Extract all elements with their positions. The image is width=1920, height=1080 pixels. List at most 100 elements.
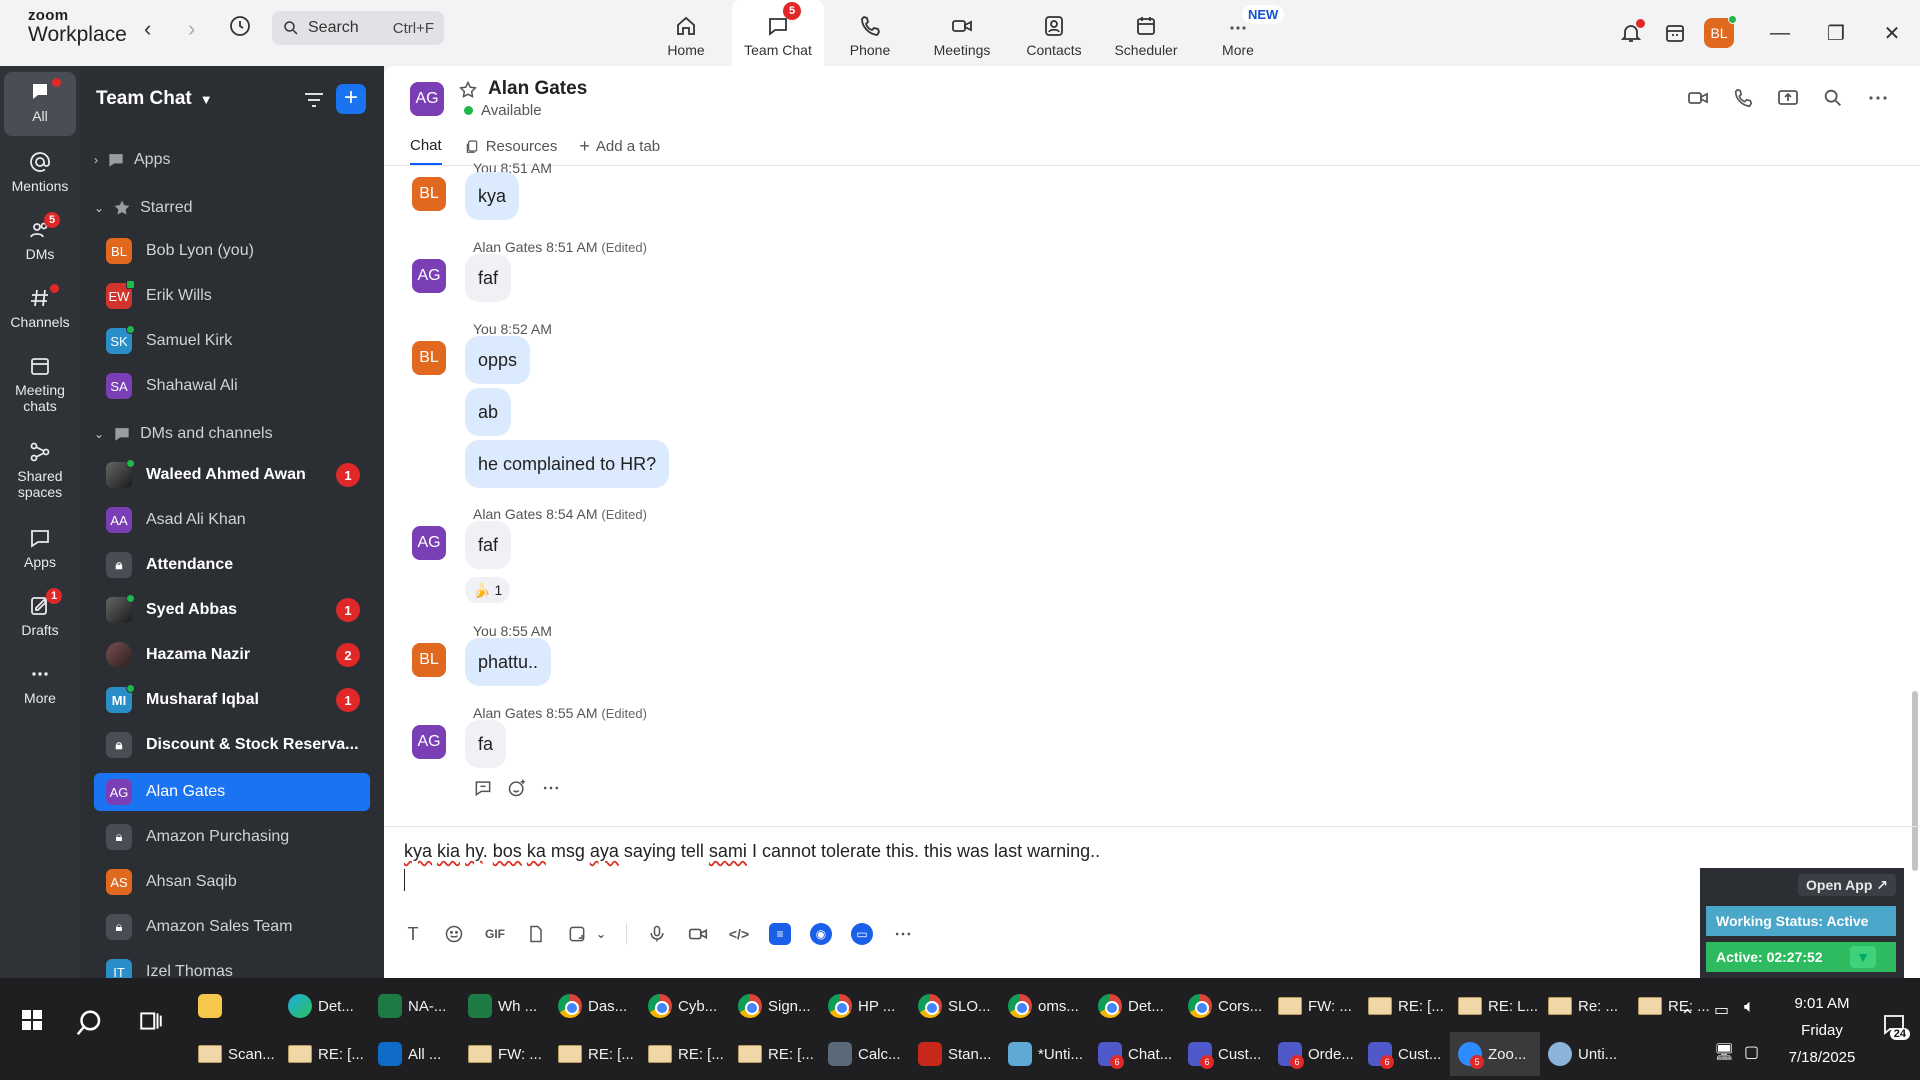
dm-alan-gates[interactable]: AG Alan Gates: [94, 773, 370, 811]
taskbar-app-folder[interactable]: [190, 984, 280, 1028]
taskbar-app-chrome[interactable]: Cors...: [1180, 984, 1270, 1028]
filter-icon[interactable]: ▼: [1850, 946, 1876, 968]
nav-contacts[interactable]: Contacts: [1008, 0, 1100, 66]
chevron-down-icon[interactable]: ⌄: [595, 923, 607, 945]
taskbar-app-mail[interactable]: Scan...: [190, 1032, 280, 1076]
section-apps[interactable]: › Apps: [94, 150, 170, 170]
taskbar-app-mail[interactable]: RE: [...: [640, 1032, 730, 1076]
channel-attendance[interactable]: 🔒︎ Attendance: [94, 546, 370, 584]
reply-icon[interactable]: [473, 778, 493, 798]
rail-drafts[interactable]: 1 Drafts: [4, 588, 76, 638]
forward-arrow-icon[interactable]: ›: [188, 16, 195, 42]
sender-avatar[interactable]: BL: [412, 643, 446, 677]
dm-waleed-ahmed-awan[interactable]: Waleed Ahmed Awan 1: [94, 456, 370, 494]
taskbar-search-icon[interactable]: [74, 1008, 104, 1042]
rail-meeting-chats[interactable]: Meeting chats: [4, 354, 76, 414]
contact-avatar[interactable]: AG: [410, 82, 444, 116]
team-chat-dropdown[interactable]: Team Chat ▼: [96, 88, 213, 110]
starred-samuel-kirk[interactable]: SK Samuel Kirk: [94, 322, 370, 360]
dm-izel-thomas[interactable]: IT Izel Thomas: [94, 953, 370, 978]
taskbar-app-teams[interactable]: 6 Cust...: [1180, 1032, 1270, 1076]
taskbar-app-mail[interactable]: RE: L...: [1450, 984, 1540, 1028]
notification-center-icon[interactable]: 24: [1882, 1012, 1910, 1040]
taskbar-app-chrome[interactable]: SLO...: [910, 984, 1000, 1028]
video-call-icon[interactable]: [1686, 86, 1710, 110]
sender-avatar[interactable]: BL: [412, 177, 446, 211]
message-bubble[interactable]: ab: [465, 388, 512, 436]
rail-channels[interactable]: Channels: [4, 284, 76, 330]
starred-bob-lyon[interactable]: BL Bob Lyon (you): [94, 232, 370, 270]
message-bubble[interactable]: fa: [465, 720, 507, 768]
taskbar-app-teams[interactable]: 6 Chat...: [1090, 1032, 1180, 1076]
contact-name[interactable]: Alan Gates: [488, 78, 587, 100]
phone-call-icon[interactable]: [1732, 87, 1754, 109]
working-status-bar[interactable]: Working Status: Active: [1706, 906, 1896, 936]
more-options-icon[interactable]: [1866, 86, 1890, 110]
sender-avatar[interactable]: BL: [412, 341, 446, 375]
taskbar-app-teams[interactable]: 6 Cust...: [1360, 1032, 1450, 1076]
taskbar-app-mail[interactable]: FW: ...: [460, 1032, 550, 1076]
microphone-icon[interactable]: [646, 923, 668, 945]
search-icon[interactable]: [1822, 87, 1844, 109]
back-arrow-icon[interactable]: ‹: [144, 16, 151, 42]
taskbar-app-teams[interactable]: 6 Orde...: [1270, 1032, 1360, 1076]
tab-add[interactable]: + Add a tab: [579, 136, 660, 165]
dm-ahsan-saqib[interactable]: AS Ahsan Saqib: [94, 863, 370, 901]
file-icon[interactable]: [525, 923, 547, 945]
dm-musharaf-iqbal[interactable]: MI Musharaf Iqbal 1: [94, 681, 370, 719]
message-bubble[interactable]: opps: [465, 336, 531, 384]
message-bubble[interactable]: faf: [465, 521, 512, 569]
message-bubble[interactable]: faf: [465, 254, 512, 302]
taskbar-app-chrome[interactable]: oms...: [1000, 984, 1090, 1028]
active-timer-bar[interactable]: Active: 02:27:52 ▼: [1706, 942, 1896, 972]
message-bubble[interactable]: kya: [465, 172, 520, 220]
rail-more[interactable]: More: [4, 662, 76, 706]
taskbar-app-chrome[interactable]: HP ...: [820, 984, 910, 1028]
history-icon[interactable]: [228, 14, 254, 40]
close-button[interactable]: ✕: [1864, 5, 1920, 61]
task-view-icon[interactable]: [138, 1008, 164, 1038]
emoji-icon[interactable]: [443, 923, 465, 945]
message-bubble[interactable]: phattu..: [465, 638, 552, 686]
nav-scheduler[interactable]: Scheduler: [1100, 0, 1192, 66]
calendar-widget-icon[interactable]: [1660, 18, 1690, 48]
channel-discount-stock[interactable]: 🔒︎ Discount & Stock Reserva...: [94, 726, 370, 764]
chevron-up-icon[interactable]: ⌃: [1680, 1006, 1695, 1027]
channel-amazon-purchasing[interactable]: 🔒︎ Amazon Purchasing: [94, 818, 370, 856]
taskbar-app-mail[interactable]: RE: [...: [1360, 984, 1450, 1028]
section-dms-channels[interactable]: ⌄ DMs and channels: [94, 424, 273, 444]
sender-avatar[interactable]: AG: [412, 259, 446, 293]
rail-all[interactable]: All: [4, 72, 76, 136]
taskbar-app-mail[interactable]: RE: [...: [550, 1032, 640, 1076]
starred-erik-wills[interactable]: EW Erik Wills: [94, 277, 370, 315]
starred-shahawal-ali[interactable]: SA Shahawal Ali: [94, 367, 370, 405]
display-icon[interactable]: ▢: [1744, 1042, 1759, 1062]
nav-home[interactable]: Home: [640, 0, 732, 66]
rail-mentions[interactable]: Mentions: [4, 150, 76, 194]
taskbar-app-mail[interactable]: FW: ...: [1270, 984, 1360, 1028]
message-bubble[interactable]: he complained to HR?: [465, 440, 670, 488]
taskbar-app-excel[interactable]: NA-...: [370, 984, 460, 1028]
taskbar-app-paint[interactable]: Unti...: [1540, 1032, 1630, 1076]
taskbar-app-mail[interactable]: RE: [...: [280, 1032, 370, 1076]
sender-avatar[interactable]: AG: [412, 725, 446, 759]
gif-icon[interactable]: GIF: [484, 923, 506, 945]
network-icon[interactable]: 🖥︎: [1714, 1042, 1734, 1062]
dm-asad-ali-khan[interactable]: AA Asad Ali Khan: [94, 501, 370, 539]
taskbar-app-chrome[interactable]: Das...: [550, 984, 640, 1028]
share-screen-icon[interactable]: [1776, 86, 1800, 110]
taskbar-app-chrome[interactable]: Cyb...: [640, 984, 730, 1028]
screenshot-icon[interactable]: [566, 923, 588, 945]
open-app-button[interactable]: Open App ↗: [1798, 874, 1896, 896]
video-message-icon[interactable]: [687, 923, 709, 945]
taskbar-app-mail[interactable]: RE: [...: [730, 1032, 820, 1076]
taskbar-app-zoom[interactable]: 5 Zoo...: [1450, 1032, 1540, 1076]
add-reaction-icon[interactable]: [507, 778, 527, 798]
rail-apps[interactable]: Apps: [4, 526, 76, 570]
taskbar-app-pdf[interactable]: Stan...: [910, 1032, 1000, 1076]
more-icon[interactable]: [541, 778, 561, 798]
taskbar-app-outlook[interactable]: All ...: [370, 1032, 460, 1076]
windows-start-icon[interactable]: [20, 1008, 44, 1036]
nav-more[interactable]: NEW More: [1192, 0, 1285, 66]
nav-team-chat[interactable]: 5 Team Chat: [732, 0, 824, 66]
